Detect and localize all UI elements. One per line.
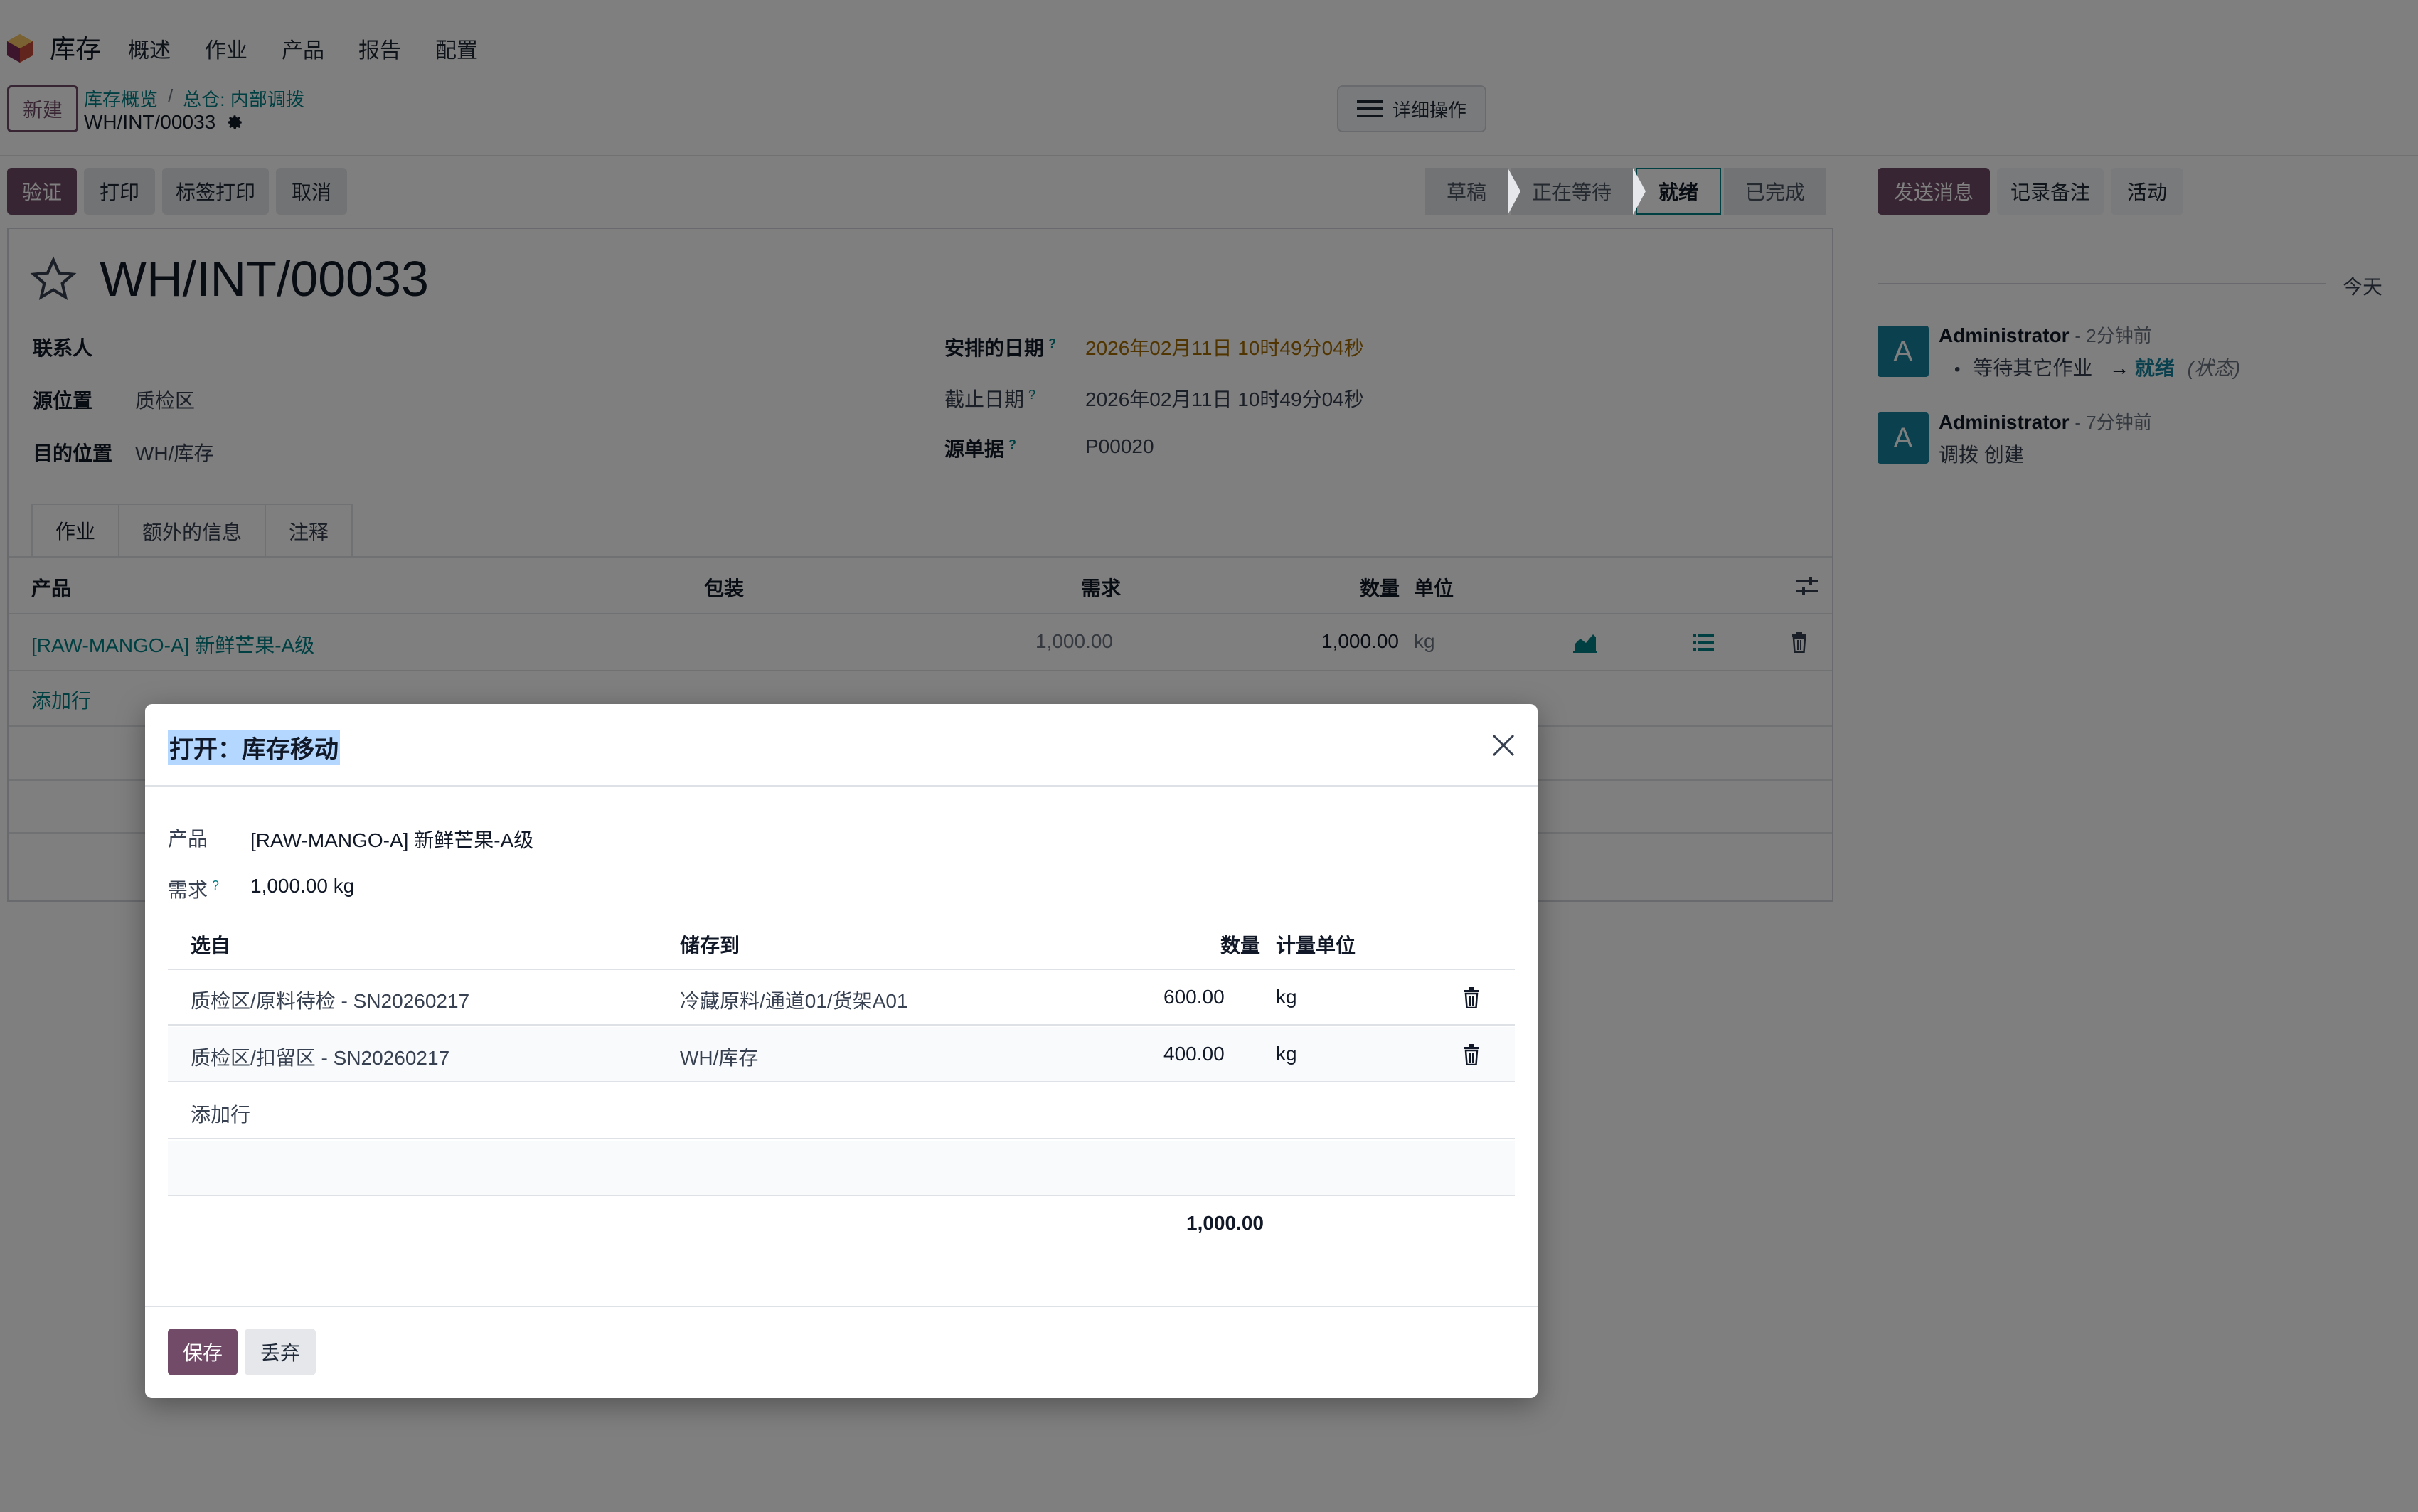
- app-root: 库存 概述 作业 产品 报告 配置 新建 库存概览 / 总仓: 内部调拨 WH/…: [0, 0, 2418, 1512]
- empty-row: [168, 1141, 1515, 1196]
- close-icon[interactable]: [1491, 733, 1516, 758]
- product-field[interactable]: [RAW-MANGO-A] 新鲜芒果-A级: [250, 825, 533, 853]
- add-line-link[interactable]: 添加行: [191, 1100, 250, 1128]
- row-store-to[interactable]: 冷藏原料/通道01/货架A01: [680, 986, 908, 1014]
- stage-arrow: [1508, 168, 1521, 215]
- demand-label-text: 需求: [168, 879, 208, 901]
- row-uom: kg: [1276, 1043, 1297, 1065]
- dialog-header: 打开：库存移动: [145, 704, 1538, 787]
- trash-icon[interactable]: [1462, 1044, 1481, 1065]
- row-quantity[interactable]: 400.00: [1163, 1043, 1225, 1065]
- discard-button[interactable]: 丢弃: [245, 1329, 316, 1375]
- stage-arrow: [1633, 168, 1646, 215]
- table-row[interactable]: 质检区/原料待检 - SN20260217 冷藏原料/通道01/货架A01 60…: [168, 970, 1515, 1026]
- column-uom[interactable]: 计量单位: [1276, 930, 1356, 959]
- row-quantity[interactable]: 600.00: [1163, 986, 1225, 1008]
- save-button[interactable]: 保存: [168, 1329, 238, 1375]
- row-store-to[interactable]: WH/库存: [680, 1043, 758, 1071]
- trash-icon[interactable]: [1462, 987, 1481, 1008]
- move-lines-header: 选自 储存到 数量 计量单位: [168, 916, 1515, 970]
- column-quantity[interactable]: 数量: [1220, 930, 1260, 959]
- total-quantity: 1,000.00: [1186, 1212, 1264, 1234]
- row-pick-from[interactable]: 质检区/原料待检 - SN20260217: [191, 986, 469, 1014]
- dialog-footer: 保存 丢弃: [145, 1306, 1538, 1398]
- column-pick-from[interactable]: 选自: [191, 930, 230, 959]
- table-footer: 1,000.00: [168, 1199, 1515, 1249]
- demand-field: 1,000.00 kg: [250, 875, 355, 897]
- product-label: 产品: [168, 828, 208, 850]
- demand-label: 需求?: [168, 875, 219, 903]
- add-line-row: 添加行: [168, 1084, 1515, 1139]
- dialog-title: 打开：库存移动: [168, 730, 340, 765]
- stock-move-dialog: 打开：库存移动 产品 [RAW-MANGO-A] 新鲜芒果-A级 需求? 1,0…: [145, 704, 1538, 1398]
- row-pick-from[interactable]: 质检区/扣留区 - SN20260217: [191, 1043, 449, 1071]
- row-uom: kg: [1276, 986, 1297, 1008]
- help-mark[interactable]: ?: [212, 878, 219, 893]
- column-store-to[interactable]: 储存到: [680, 930, 740, 959]
- table-row[interactable]: 质检区/扣留区 - SN20260217 WH/库存 400.00 kg: [168, 1027, 1515, 1082]
